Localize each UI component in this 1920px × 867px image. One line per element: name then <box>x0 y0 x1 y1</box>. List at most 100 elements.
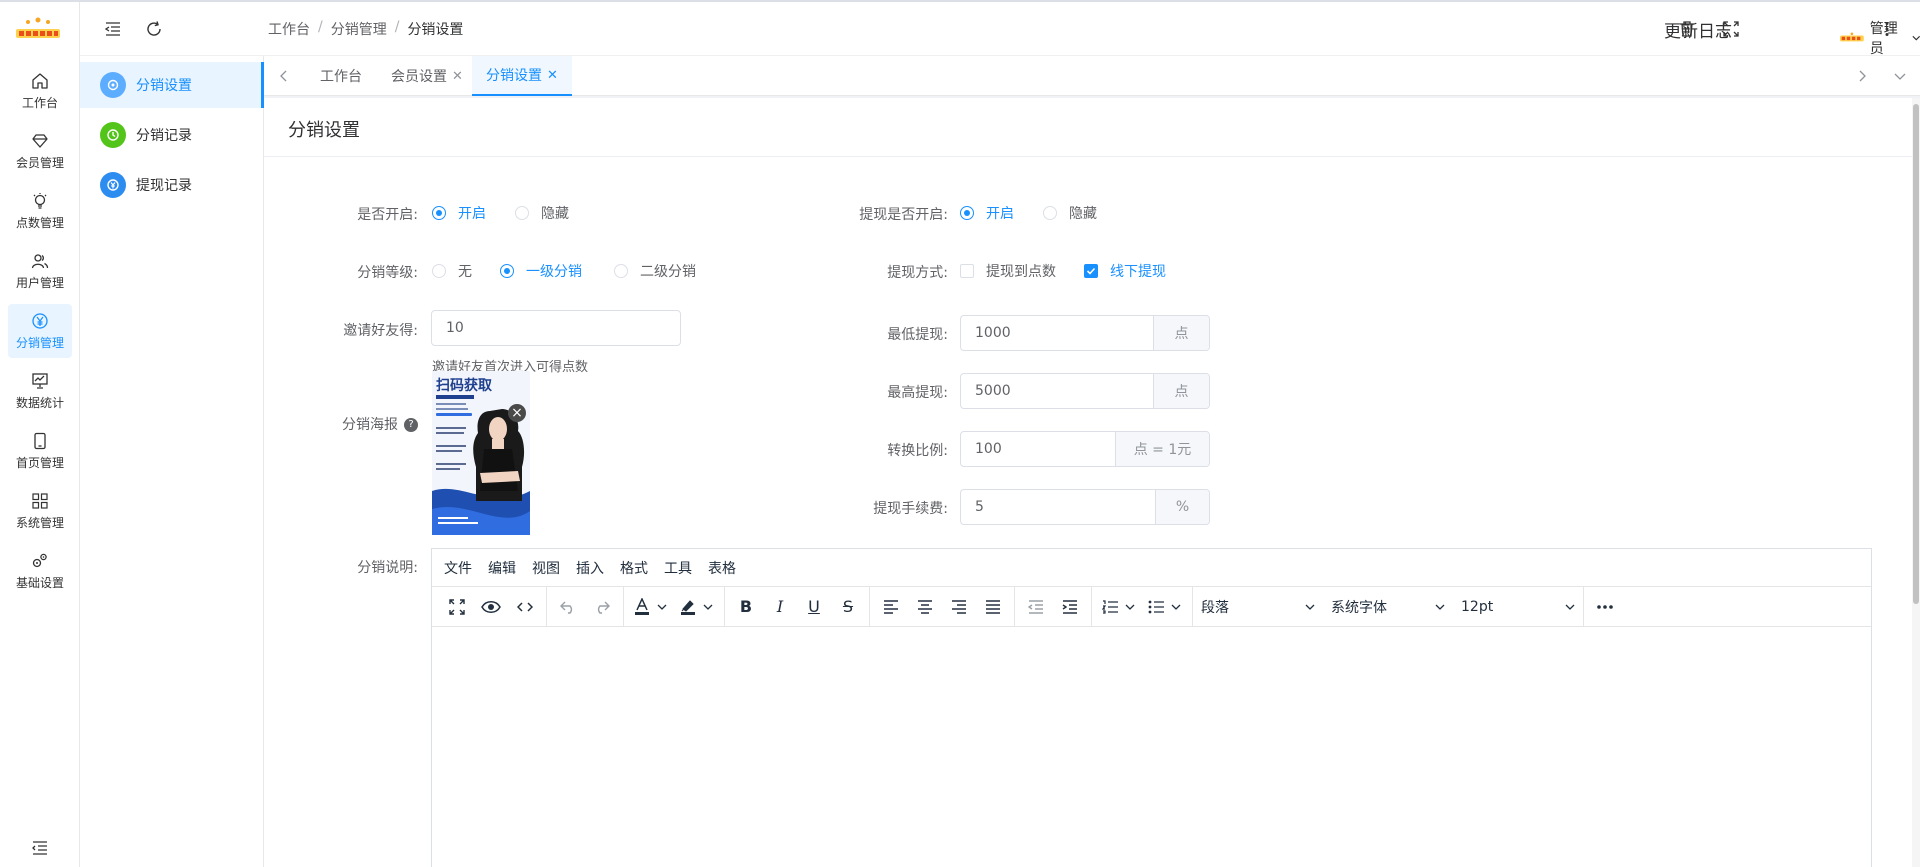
help-icon[interactable]: ? <box>404 418 418 432</box>
tab-workbench[interactable]: 工作台 <box>320 56 362 96</box>
refresh-icon[interactable] <box>145 20 163 38</box>
input-value[interactable]: 5000 <box>961 374 1153 408</box>
strikethrough-icon[interactable]: S <box>831 592 865 622</box>
menu-fold-icon[interactable] <box>104 20 122 38</box>
fee-label: 提现手续费: <box>873 501 948 517</box>
font-family-select[interactable]: 系统字体 <box>1323 592 1453 622</box>
max-withdraw-input[interactable]: 5000 点 <box>960 373 1210 409</box>
breadcrumb-item: 分销设置 <box>407 22 464 38</box>
max-withdraw-label: 最高提现: <box>887 385 948 401</box>
input-value[interactable]: 5 <box>961 490 1155 524</box>
breadcrumb-item[interactable]: 分销管理 <box>331 19 387 39</box>
rail-item-workbench[interactable]: 工作台 <box>8 64 72 118</box>
poster-image[interactable]: 扫码获取 <box>432 371 530 535</box>
menu-table[interactable]: 表格 <box>708 558 736 578</box>
withdraw-offline-checkbox[interactable]: 线下提现 <box>1084 261 1166 281</box>
align-right-icon[interactable] <box>942 592 976 622</box>
toolbar-group: 段落 系统字体 12pt <box>1193 586 1584 627</box>
chevron-down-icon <box>1911 35 1920 41</box>
chevron-left-icon[interactable] <box>276 68 292 84</box>
text-color-icon[interactable] <box>628 592 674 622</box>
close-icon[interactable]: ✕ <box>547 68 558 83</box>
rail-item-stats[interactable]: 数据统计 <box>8 364 72 418</box>
fullscreen-icon[interactable] <box>1722 20 1740 38</box>
tab-member-settings[interactable]: 会员设置 ✕ <box>391 56 463 96</box>
sub-item-distribution-settings[interactable]: 分销设置 <box>80 62 264 108</box>
withdraw-hide-radio[interactable]: 隐藏 <box>1043 203 1097 223</box>
sub-item-distribution-records[interactable]: 分销记录 <box>80 112 264 158</box>
menu-format[interactable]: 格式 <box>620 558 648 578</box>
bullet-list-icon[interactable] <box>1142 592 1188 622</box>
menu-file[interactable]: 文件 <box>444 558 472 578</box>
preview-eye-icon[interactable] <box>474 592 508 622</box>
rail-item-homepage[interactable]: 首页管理 <box>8 424 72 478</box>
paragraph-select[interactable]: 段落 <box>1193 592 1323 622</box>
editor-content-area[interactable] <box>432 627 1871 867</box>
ratio-input[interactable]: 100 点 = 1元 <box>960 431 1210 467</box>
more-horizontal-icon[interactable] <box>1588 592 1622 622</box>
menu-edit[interactable]: 编辑 <box>488 558 516 578</box>
align-left-icon[interactable] <box>874 592 908 622</box>
grid-icon <box>32 492 48 509</box>
withdraw-to-points-checkbox[interactable]: 提现到点数 <box>960 261 1056 281</box>
scrollbar[interactable] <box>1912 98 1920 867</box>
undo-icon[interactable] <box>551 592 585 622</box>
highlight-color-icon[interactable] <box>674 592 720 622</box>
avatar <box>1840 32 1864 42</box>
rail-item-users[interactable]: 用户管理 <box>8 244 72 298</box>
enable-hide-radio[interactable]: 隐藏 <box>515 203 569 223</box>
remove-poster-icon[interactable]: × <box>508 404 526 422</box>
font-size-select[interactable]: 12pt <box>1453 592 1583 622</box>
input-value[interactable]: 100 <box>961 432 1115 466</box>
chevron-right-icon[interactable] <box>1854 68 1870 84</box>
fee-input[interactable]: 5% <box>960 489 1210 525</box>
select-value: 12pt <box>1461 598 1494 615</box>
rail-item-basic-settings[interactable]: 基础设置 <box>8 544 72 598</box>
chevron-down-icon[interactable] <box>1892 68 1908 84</box>
menu-tools[interactable]: 工具 <box>664 558 692 578</box>
rail-item-points[interactable]: 点数管理 <box>8 184 72 238</box>
numbered-list-icon[interactable] <box>1096 592 1142 622</box>
more-vertical-icon[interactable] <box>1878 20 1896 38</box>
radio-label: 开启 <box>986 206 1014 222</box>
withdraw-enable-label: 提现是否开启: <box>859 207 948 223</box>
menu-view[interactable]: 视图 <box>532 558 560 578</box>
poster-label: 分销海报? <box>330 414 418 434</box>
menu-insert[interactable]: 插入 <box>576 558 604 578</box>
tab-label: 分销设置 <box>486 68 542 84</box>
toolbar-group: B I U S <box>725 586 870 627</box>
tab-distribution-settings[interactable]: 分销设置 ✕ <box>472 56 572 96</box>
checkbox-label: 提现到点数 <box>986 264 1056 280</box>
redo-icon[interactable] <box>585 592 619 622</box>
italic-icon[interactable]: I <box>763 592 797 622</box>
scrollbar-thumb[interactable] <box>1913 104 1919 604</box>
chevron-down-icon <box>1565 604 1575 610</box>
trash-icon[interactable] <box>1678 20 1696 38</box>
enable-on-radio[interactable]: 开启 <box>432 203 486 223</box>
rail-item-system[interactable]: 系统管理 <box>8 484 72 538</box>
input-unit: % <box>1155 490 1209 524</box>
diamond-icon <box>32 133 48 148</box>
invite-points-input[interactable]: 10 <box>431 310 681 346</box>
level-two-radio[interactable]: 二级分销 <box>614 261 696 281</box>
code-icon[interactable] <box>508 592 542 622</box>
level-none-radio[interactable]: 无 <box>432 261 472 281</box>
withdraw-on-radio[interactable]: 开启 <box>960 203 1014 223</box>
rail-item-distribution[interactable]: 分销管理 <box>8 304 72 358</box>
breadcrumb-item[interactable]: 工作台 <box>268 19 310 39</box>
underline-icon[interactable]: U <box>797 592 831 622</box>
rail-item-members[interactable]: 会员管理 <box>8 124 72 178</box>
indent-icon[interactable] <box>1053 592 1087 622</box>
min-withdraw-input[interactable]: 1000 点 <box>960 315 1210 351</box>
input-value[interactable]: 1000 <box>961 316 1153 350</box>
collapse-menu-icon[interactable] <box>31 840 49 856</box>
align-justify-icon[interactable] <box>976 592 1010 622</box>
bold-icon[interactable]: B <box>729 592 763 622</box>
align-center-icon[interactable] <box>908 592 942 622</box>
fullscreen-icon[interactable] <box>440 592 474 622</box>
close-icon[interactable]: ✕ <box>452 69 463 84</box>
divider <box>264 156 1912 157</box>
level-one-radio[interactable]: 一级分销 <box>500 261 582 281</box>
sub-item-withdraw-records[interactable]: 提现记录 <box>80 162 264 208</box>
outdent-icon[interactable] <box>1019 592 1053 622</box>
